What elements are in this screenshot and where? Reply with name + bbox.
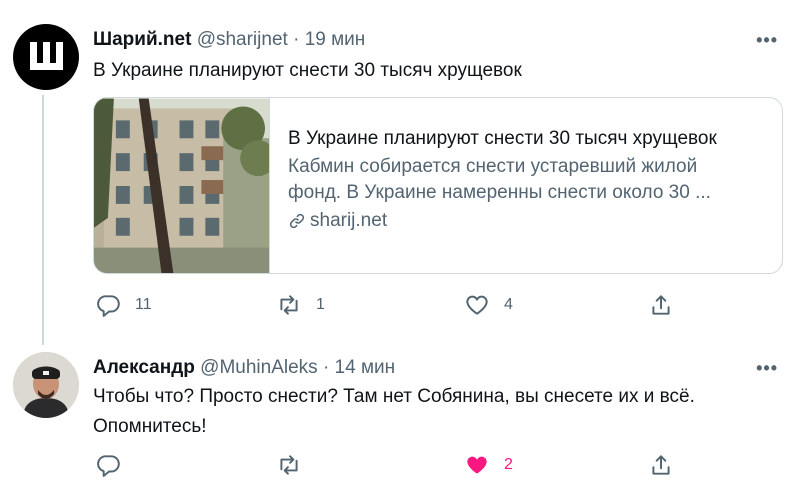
retweet-icon bbox=[280, 295, 298, 315]
heart-icon bbox=[466, 295, 488, 315]
reply-icon bbox=[97, 295, 120, 317]
heart-filled-icon bbox=[467, 456, 487, 474]
retweet-button[interactable]: 1 bbox=[276, 292, 325, 318]
separator-dot: · bbox=[293, 29, 300, 50]
share-button[interactable] bbox=[648, 452, 674, 478]
tweet-text: Чтобы что? Просто снести? Там нет Собяни… bbox=[93, 382, 695, 442]
reply-button[interactable] bbox=[95, 452, 135, 478]
like-count: 2 bbox=[504, 456, 513, 473]
tweet-actions: 11 1 4 bbox=[93, 292, 693, 322]
avatar[interactable] bbox=[13, 24, 79, 90]
card-description-line: Кабмин собирается снести устаревший жило… bbox=[288, 156, 698, 177]
retweet-button[interactable] bbox=[276, 452, 316, 478]
card-description-line: фонд. В Украине намеренны снести около 3… bbox=[288, 182, 711, 203]
sharij-logo-icon bbox=[30, 42, 63, 70]
link-icon bbox=[289, 213, 305, 229]
tweet-header: Александр @MuhinAleks · 14 мин bbox=[93, 357, 395, 379]
more-options-icon[interactable]: ••• bbox=[756, 30, 778, 51]
author-handle[interactable]: @sharijnet bbox=[197, 29, 288, 50]
separator-dot: · bbox=[322, 357, 330, 378]
user-photo-icon bbox=[13, 352, 79, 418]
avatar[interactable] bbox=[13, 352, 79, 418]
like-button[interactable]: 4 bbox=[464, 292, 513, 318]
more-options-icon[interactable]: ••• bbox=[756, 358, 778, 379]
thread-line bbox=[42, 95, 44, 345]
author-name[interactable]: Шарий.net bbox=[93, 29, 191, 50]
reply-icon bbox=[97, 455, 120, 477]
tweet-text: В Украине планируют снести 30 тысяч хрущ… bbox=[93, 60, 522, 81]
reply-button[interactable]: 11 bbox=[95, 292, 152, 318]
card-body: В Украине планируют снести 30 тысяч хрущ… bbox=[288, 126, 768, 234]
share-icon bbox=[652, 295, 670, 315]
card-domain-text: sharij.net bbox=[310, 210, 388, 231]
retweet-icon bbox=[280, 455, 298, 475]
tweet-text-line: Чтобы что? Просто снести? Там нет Собяни… bbox=[93, 386, 695, 407]
author-handle[interactable]: @MuhinAleks bbox=[200, 357, 318, 378]
card-title: В Украине планируют снести 30 тысяч хрущ… bbox=[288, 128, 717, 149]
timestamp[interactable]: 14 мин bbox=[335, 357, 396, 378]
retweet-count: 1 bbox=[316, 296, 325, 313]
tweet[interactable]: Александр @MuhinAleks · 14 мин ••• Чтобы… bbox=[0, 340, 800, 493]
tweet-header: Шарий.net @sharijnet · 19 мин bbox=[93, 29, 365, 51]
share-icon bbox=[652, 455, 670, 475]
like-button[interactable]: 2 bbox=[464, 452, 513, 478]
reply-count: 11 bbox=[135, 296, 152, 313]
card-domain: sharij.net bbox=[288, 208, 768, 234]
timestamp[interactable]: 19 мин bbox=[305, 29, 366, 50]
tweet-text-line: Опомнитесь! bbox=[93, 416, 207, 437]
author-name[interactable]: Александр bbox=[93, 357, 195, 378]
share-button[interactable] bbox=[648, 292, 674, 318]
link-card[interactable]: В Украине планируют снести 30 тысяч хрущ… bbox=[93, 97, 783, 274]
tweet[interactable]: Шарий.net @sharijnet · 19 мин ••• В Укра… bbox=[0, 0, 800, 345]
like-count: 4 bbox=[504, 296, 513, 313]
card-thumbnail-image bbox=[94, 98, 270, 273]
card-description: Кабмин собирается снести устаревший жило… bbox=[288, 154, 768, 206]
tweet-actions: 2 bbox=[93, 452, 693, 482]
